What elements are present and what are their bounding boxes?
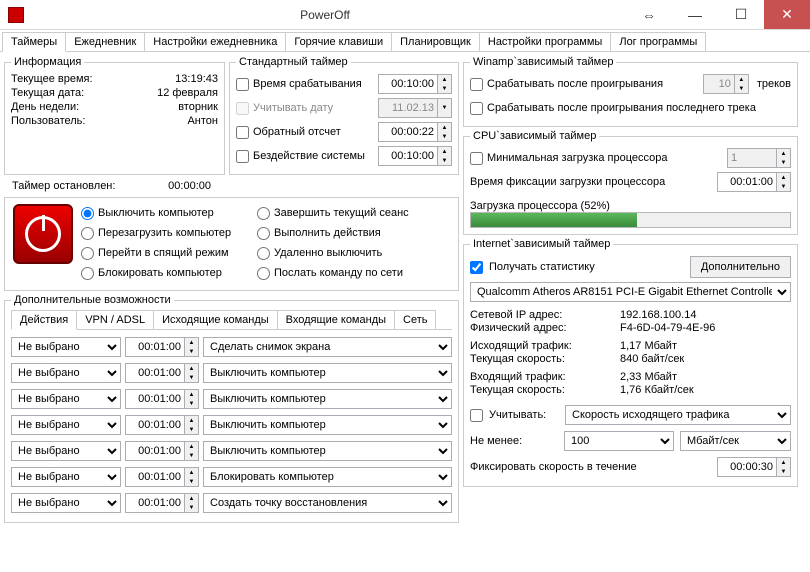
extra-sel[interactable]: Не выбрано	[11, 467, 121, 487]
tab-6[interactable]: Лог программы	[610, 32, 706, 51]
inet-fieldset: Internet`зависимый таймер Получать стати…	[463, 238, 798, 487]
extra-time[interactable]	[125, 363, 185, 383]
subtab-0[interactable]: Действия	[11, 310, 77, 330]
idle-input[interactable]	[378, 146, 438, 166]
atleast-select[interactable]: 100	[564, 431, 674, 451]
power-icon	[13, 204, 73, 264]
trigger-time-checkbox[interactable]	[236, 78, 249, 91]
tab-5[interactable]: Настройки программы	[479, 32, 611, 51]
speed-type-select[interactable]: Скорость исходящего трафика	[565, 405, 791, 425]
winamp-fieldset: Winamp`зависимый таймер Срабатывать посл…	[463, 56, 798, 127]
subtab-2[interactable]: Исходящие команды	[153, 310, 278, 329]
action-radio[interactable]: Выключить компьютер	[81, 204, 251, 222]
extra-time[interactable]	[125, 467, 185, 487]
idle-checkbox[interactable]	[236, 150, 249, 163]
subtab-4[interactable]: Сеть	[394, 310, 436, 329]
app-icon	[8, 7, 24, 23]
fix-speed-input[interactable]	[717, 457, 777, 477]
extra-time[interactable]	[125, 389, 185, 409]
extra-sel[interactable]: Не выбрано	[11, 389, 121, 409]
more-button[interactable]: Дополнительно	[690, 256, 791, 278]
extra-sel[interactable]: Не выбрано	[11, 415, 121, 435]
action-radio[interactable]: Выполнить действия	[257, 224, 427, 242]
tab-1[interactable]: Ежедневник	[65, 32, 145, 51]
extra-sel[interactable]: Не выбрано	[11, 441, 121, 461]
restore-down-icon[interactable]: ⇔	[626, 0, 672, 29]
action-radio[interactable]: Завершить текущий сеанс	[257, 204, 427, 222]
date-input	[378, 98, 438, 118]
extra-action[interactable]: Выключить компьютер	[203, 389, 452, 409]
consider-checkbox[interactable]	[470, 409, 483, 422]
cpu-load-label: Загрузка процессора (52%)	[470, 200, 791, 212]
extra-action[interactable]: Блокировать компьютер	[203, 467, 452, 487]
extra-action[interactable]: Создать точку восстановления	[203, 493, 452, 513]
window-title: PowerOff	[24, 8, 626, 22]
action-radio[interactable]: Послать команду по сети	[257, 264, 427, 282]
action-radio[interactable]: Перезагрузить компьютер	[81, 224, 251, 242]
cpu-fieldset: CPU`зависимый таймер Минимальная загрузк…	[463, 130, 798, 235]
trigger-time-input[interactable]	[378, 74, 438, 94]
action-radio[interactable]: Блокировать компьютер	[81, 264, 251, 282]
extra-action[interactable]: Выключить компьютер	[203, 363, 452, 383]
cpu-minload-checkbox[interactable]	[470, 152, 483, 165]
countdown-checkbox[interactable]	[236, 126, 249, 139]
extra-time[interactable]	[125, 337, 185, 357]
extra-time[interactable]	[125, 441, 185, 461]
tab-0[interactable]: Таймеры	[2, 32, 66, 52]
tab-4[interactable]: Планировщик	[391, 32, 480, 51]
main-tabs: ТаймерыЕжедневникНастройки ежедневникаГо…	[0, 30, 810, 52]
getstat-checkbox[interactable]	[470, 261, 483, 274]
minimize-button[interactable]: —	[672, 0, 718, 29]
extra-sel[interactable]: Не выбрано	[11, 493, 121, 513]
date-checkbox	[236, 102, 249, 115]
winamp-after-last-checkbox[interactable]	[470, 102, 483, 115]
tab-3[interactable]: Горячие клавиши	[285, 32, 392, 51]
countdown-input[interactable]	[378, 122, 438, 142]
extra-time[interactable]	[125, 415, 185, 435]
timer-stopped-value: 00:00:00	[168, 180, 211, 192]
tracks-input	[703, 74, 735, 94]
extra-subtabs: ДействияVPN / ADSLИсходящие командыВходя…	[11, 310, 452, 330]
action-radio[interactable]: Удаленно выключить	[257, 244, 427, 262]
titlebar: PowerOff ⇔ — ☐ ✕	[0, 0, 810, 30]
extra-action[interactable]: Выключить компьютер	[203, 441, 452, 461]
extra-sel[interactable]: Не выбрано	[11, 337, 121, 357]
subtab-3[interactable]: Входящие команды	[277, 310, 395, 329]
action-radio[interactable]: Перейти в спящий режим	[81, 244, 251, 262]
std-timer-fieldset: Стандартный таймер Время срабатывания▲▼ …	[229, 56, 459, 175]
maximize-button[interactable]: ☐	[718, 0, 764, 29]
unit-select[interactable]: Мбайт/сек	[680, 431, 791, 451]
extra-time[interactable]	[125, 493, 185, 513]
extra-action[interactable]: Сделать снимок экрана	[203, 337, 452, 357]
adapter-select[interactable]: Qualcomm Atheros AR8151 PCI-E Gigabit Et…	[470, 282, 791, 302]
extra-sel[interactable]: Не выбрано	[11, 363, 121, 383]
cpu-fixtime-input[interactable]	[717, 172, 777, 192]
timer-stopped-label: Таймер остановлен:	[12, 180, 115, 192]
spin-arrows[interactable]: ▲▼	[438, 74, 452, 94]
close-button[interactable]: ✕	[764, 0, 810, 29]
extra-fieldset: Дополнительные возможности ДействияVPN /…	[4, 294, 459, 523]
cpu-progress	[470, 212, 791, 228]
tab-2[interactable]: Настройки ежедневника	[144, 32, 286, 51]
extra-action[interactable]: Выключить компьютер	[203, 415, 452, 435]
cpu-minload-input	[727, 148, 777, 168]
subtab-1[interactable]: VPN / ADSL	[76, 310, 154, 329]
actions-fieldset: Выключить компьютер Перезагрузить компьют…	[4, 197, 459, 291]
info-fieldset: Информация Текущее время:13:19:43Текущая…	[4, 56, 225, 175]
winamp-after-play-checkbox[interactable]	[470, 78, 483, 91]
